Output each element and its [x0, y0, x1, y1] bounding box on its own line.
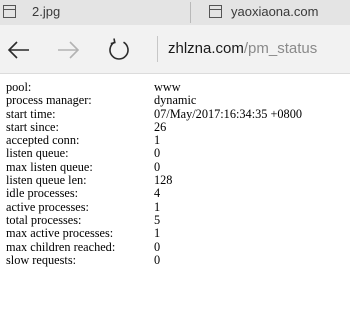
forward-button[interactable]: [55, 37, 81, 63]
status-row: start time: 07/May/2017:16:34:35 +0800: [6, 106, 346, 121]
status-value: 4: [154, 186, 161, 201]
status-value: 0: [154, 252, 161, 267]
status-key: start time:: [6, 106, 56, 121]
status-key: start since:: [6, 119, 59, 134]
back-button[interactable]: [6, 37, 32, 63]
status-content: pool: www process manager: dynamic start…: [6, 80, 346, 267]
status-row: total processes: 5: [6, 212, 346, 227]
address-bar[interactable]: zhlzna.com/pm_status: [168, 40, 317, 57]
status-key: max listen queue:: [6, 159, 93, 174]
tab-bar: 2.jpg yaoxiaona.com: [0, 0, 350, 25]
tab-2-jpg[interactable]: 2.jpg: [0, 0, 188, 25]
status-row: max active processes: 1: [6, 226, 346, 241]
page-icon: [3, 5, 16, 18]
status-row: listen queue: 0: [6, 146, 346, 161]
status-row: start since: 26: [6, 119, 346, 134]
page-icon: [209, 5, 222, 18]
navigation-bar: zhlzna.com/pm_status: [0, 25, 350, 74]
status-row: max children reached: 0: [6, 239, 346, 254]
refresh-button[interactable]: [106, 37, 132, 63]
address-path: /pm_status: [243, 40, 318, 57]
status-key: pool:: [6, 80, 32, 94]
status-key: listen queue len:: [6, 173, 87, 188]
status-value: dynamic: [154, 93, 197, 108]
status-row: slow requests: 0: [6, 252, 346, 267]
status-value: 0: [154, 146, 161, 161]
status-value: www: [154, 80, 181, 94]
tab-yaoxiaona[interactable]: yaoxiaona.com: [192, 0, 350, 25]
status-value: 1: [154, 199, 161, 214]
refresh-icon: [109, 38, 129, 60]
status-key: slow requests:: [6, 252, 77, 267]
status-key: max active processes:: [6, 226, 114, 241]
status-key: listen queue:: [6, 146, 69, 161]
status-key: process manager:: [6, 93, 92, 108]
address-host: zhlzna.com: [168, 40, 244, 57]
tab-divider: [190, 2, 191, 23]
status-row: active processes: 1: [6, 199, 346, 214]
status-value: 07/May/2017:16:34:35 +0800: [154, 106, 303, 121]
tab-label: yaoxiaona.com: [231, 4, 319, 19]
status-value: 1: [154, 133, 161, 148]
status-row: accepted conn: 1: [6, 133, 346, 148]
tab-label: 2.jpg: [32, 4, 61, 19]
back-arrow-icon: [7, 41, 29, 59]
status-value: 5: [154, 212, 161, 227]
status-value: 0: [154, 159, 161, 174]
status-key: total processes:: [6, 212, 82, 227]
forward-arrow-icon: [58, 41, 80, 59]
status-value: 128: [154, 173, 173, 188]
status-row: listen queue len: 128: [6, 173, 346, 188]
status-key: accepted conn:: [6, 133, 80, 148]
address-divider: [157, 36, 158, 62]
status-value: 1: [154, 226, 161, 241]
status-key: max children reached:: [6, 239, 116, 254]
status-row: idle processes: 4: [6, 186, 346, 201]
status-key: idle processes:: [6, 186, 79, 201]
status-row: process manager: dynamic: [6, 93, 346, 108]
status-row: max listen queue: 0: [6, 159, 346, 174]
status-value: 26: [154, 119, 167, 134]
status-value: 0: [154, 239, 161, 254]
status-row: pool: www: [6, 80, 346, 94]
status-key: active processes:: [6, 199, 89, 214]
